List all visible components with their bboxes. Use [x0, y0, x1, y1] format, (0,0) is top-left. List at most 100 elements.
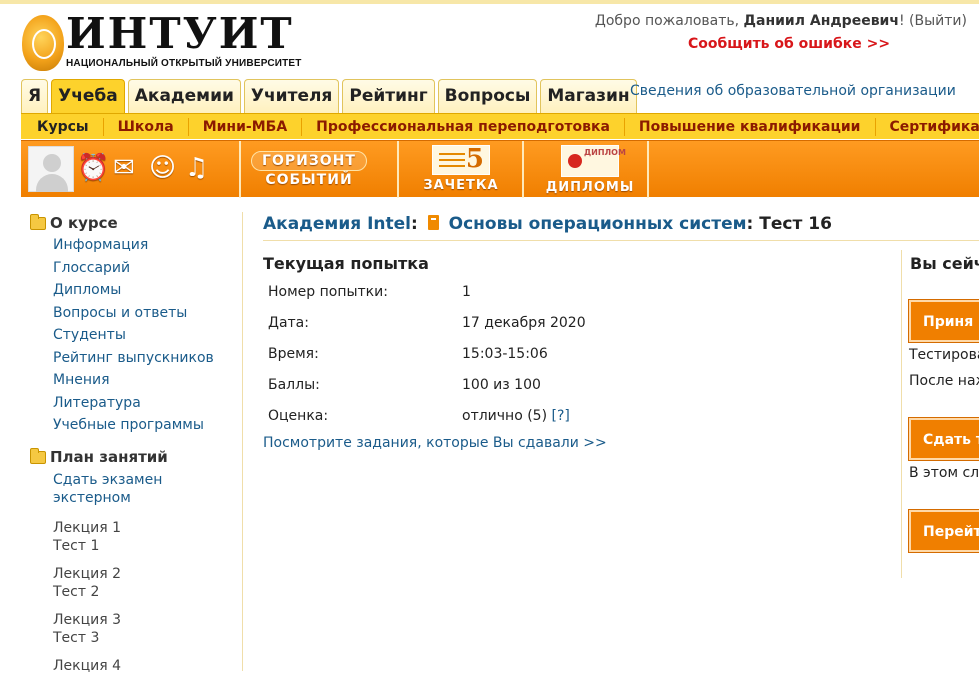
people-icon[interactable]: ☺: [149, 151, 176, 185]
alarm-clock-icon[interactable]: ⏰: [77, 151, 109, 185]
toolbar-divider: [397, 141, 399, 198]
breadcrumb-course[interactable]: Основы операционных систем: [449, 214, 747, 234]
sidebar-item-info[interactable]: Информация: [22, 234, 242, 257]
grade-value-wrap: отлично (5) [?]: [462, 408, 570, 424]
sidebar-item-opinions[interactable]: Мнения: [22, 369, 242, 392]
user-name[interactable]: Даниил Андреевич: [744, 13, 899, 29]
sidebar-item-literature[interactable]: Литература: [22, 392, 242, 415]
folder-icon: [30, 451, 46, 464]
lecture-link[interactable]: Лекция 2: [53, 565, 242, 583]
subnav-retraining[interactable]: Профессиональная переподготовка: [302, 118, 625, 136]
diploma-card-text: ДИПЛОМ: [584, 148, 626, 157]
course-sidebar: О курсе Информация Глоссарий Дипломы Воп…: [22, 212, 242, 685]
sidebar-item-students[interactable]: Студенты: [22, 324, 242, 347]
sidebar-item-graduates-rating[interactable]: Рейтинг выпускников: [22, 347, 242, 370]
about-course-title: О курсе: [50, 214, 118, 232]
intuit-logo[interactable]: ИНТУИТ НАЦИОНАЛЬНЫЙ ОТКРЫТЫЙ УНИВЕРСИТЕТ: [22, 14, 302, 74]
lecture-link[interactable]: Лекция 4: [53, 657, 242, 675]
logout-link[interactable]: Выйти: [915, 13, 962, 29]
subnav-courses[interactable]: Курсы: [21, 118, 104, 136]
tab-rating[interactable]: Рейтинг: [342, 79, 434, 113]
lecture-link[interactable]: Лекция 3: [53, 611, 242, 629]
tab-shop[interactable]: Магазин: [540, 79, 636, 113]
logo-emblem-icon: [22, 15, 64, 71]
close-paren: ): [962, 13, 967, 29]
sub-navigation: Курсы Школа Мини-МБА Профессиональная пе…: [21, 113, 979, 139]
row-label: Время:: [268, 346, 319, 362]
row-value: 100 из 100: [462, 377, 541, 393]
row-label: Дата:: [268, 315, 309, 331]
sidebar-item-glossary[interactable]: Глоссарий: [22, 257, 242, 280]
row-value: 1: [462, 284, 471, 300]
subnav-school[interactable]: Школа: [104, 118, 189, 136]
about-course-heading: О курсе: [22, 212, 242, 234]
avatar[interactable]: [28, 146, 74, 192]
right-panel-title: Вы сейч: [910, 254, 979, 273]
welcome-prefix: Добро пожаловать,: [595, 13, 744, 29]
right-panel-text: В этом слу: [909, 465, 979, 481]
horizon-line2: СОБЫТИЙ: [249, 171, 369, 189]
row-label: Номер попытки:: [268, 284, 388, 300]
breadcrumb-current: Тест 16: [759, 214, 832, 234]
gradebook-button[interactable]: 5 ЗАЧЕТКА: [421, 145, 501, 193]
attempt-row: Номер попытки: 1: [268, 284, 388, 300]
row-label: Баллы:: [268, 377, 320, 393]
submit-test-button[interactable]: Сдать т: [909, 418, 979, 460]
exam-link-line2: экстерном: [53, 490, 131, 506]
welcome-suffix: ! (: [899, 13, 915, 29]
right-panel-divider: [901, 250, 902, 578]
envelope-icon[interactable]: ✉: [113, 151, 135, 185]
sidebar-item-diplomas[interactable]: Дипломы: [22, 279, 242, 302]
diplomas-button[interactable]: ДИПЛОМ ДИПЛОМЫ: [537, 145, 643, 195]
row-label: Оценка:: [268, 408, 328, 424]
tab-study[interactable]: Учеба: [51, 79, 125, 113]
diplomas-label: ДИПЛОМЫ: [537, 180, 643, 195]
row-value: 15:03-15:06: [462, 346, 548, 362]
events-horizon-button[interactable]: ГОРИЗОНТ СОБЫТИЙ: [249, 151, 369, 189]
user-toolbar: ⏰ ✉ ☺ ♫ ГОРИЗОНТ СОБЫТИЙ 5 ЗАЧЕТКА ДИПЛО…: [21, 140, 979, 197]
right-panel-text: Тестирова: [909, 347, 979, 363]
test-link[interactable]: Тест 3: [53, 629, 242, 647]
page-title: Текущая попытка: [263, 254, 429, 273]
welcome-message: Добро пожаловать, Даниил Андреевич! (Вый…: [595, 13, 967, 29]
gradebook-number: 5: [466, 144, 484, 174]
logo-subtitle: НАЦИОНАЛЬНЫЙ ОТКРЫТЫЙ УНИВЕРСИТЕТ: [66, 58, 302, 69]
gradebook-label: ЗАЧЕТКА: [421, 178, 501, 193]
tab-teachers[interactable]: Учителя: [244, 79, 339, 113]
subnav-mini-mba[interactable]: Мини-МБА: [189, 118, 302, 136]
horizon-line1: ГОРИЗОНТ: [251, 151, 367, 171]
row-value: отлично (5): [462, 408, 547, 424]
external-exam-link[interactable]: Сдать экзамен экстерном: [22, 471, 242, 507]
right-panel-text: После наж: [909, 373, 979, 389]
column-divider: [242, 212, 243, 671]
gradebook-icon: 5: [432, 145, 490, 175]
folder-icon: [30, 217, 46, 230]
tab-me[interactable]: Я: [21, 79, 48, 113]
list-item: Лекция 1 Тест 1: [22, 519, 242, 555]
sidebar-item-programs[interactable]: Учебные программы: [22, 414, 242, 437]
go-to-button[interactable]: Перейт: [909, 510, 979, 552]
bell-icon[interactable]: ♫: [185, 151, 208, 185]
org-info-link[interactable]: Сведения об образовательной организации: [630, 83, 956, 99]
main-tabs: Я Учеба Академии Учителя Рейтинг Вопросы…: [21, 79, 637, 113]
test-link[interactable]: Тест 2: [53, 583, 242, 601]
subnav-certification[interactable]: Сертификация: [876, 118, 979, 136]
lecture-link[interactable]: Лекция 1: [53, 519, 242, 537]
view-tasks-link[interactable]: Посмотрите задания, которые Вы сдавали >…: [263, 435, 607, 451]
attempt-row: Баллы: 100 из 100: [268, 377, 320, 393]
test-link[interactable]: Тест 1: [53, 537, 242, 555]
report-error-link[interactable]: Сообщить об ошибке >>: [688, 36, 890, 52]
breadcrumb-academy[interactable]: Академия Intel: [263, 214, 411, 234]
subnav-advanced-training[interactable]: Повышение квалификации: [625, 118, 876, 136]
row-value: 17 декабря 2020: [462, 315, 586, 331]
attempt-row: Оценка: отлично (5) [?]: [268, 408, 328, 424]
list-item: Лекция 2 Тест 2: [22, 565, 242, 601]
sidebar-item-qa[interactable]: Вопросы и ответы: [22, 302, 242, 325]
diploma-icon: ДИПЛОМ: [561, 145, 619, 177]
accept-button[interactable]: Приня: [909, 300, 979, 342]
attempt-row: Время: 15:03-15:06: [268, 346, 319, 362]
tab-academies[interactable]: Академии: [128, 79, 241, 113]
book-icon: [428, 215, 439, 230]
grade-help-link[interactable]: [?]: [552, 408, 570, 424]
tab-questions[interactable]: Вопросы: [438, 79, 538, 113]
